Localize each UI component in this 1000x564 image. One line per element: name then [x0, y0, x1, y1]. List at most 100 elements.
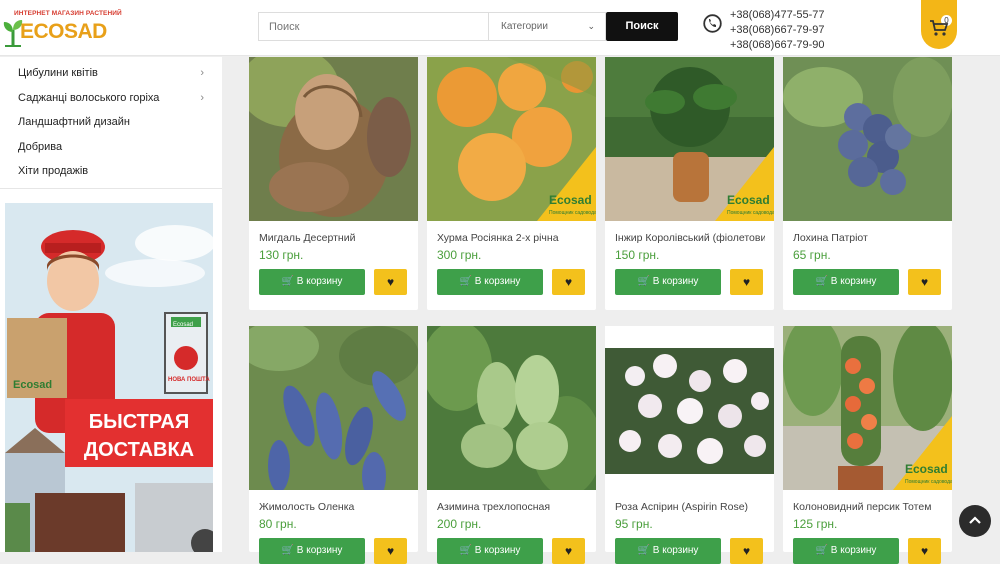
add-to-cart-button[interactable]: 🛒 В корзину — [437, 538, 543, 564]
category-label: Категории — [501, 21, 548, 32]
wishlist-button[interactable]: ♥ — [552, 269, 585, 295]
delivery-banner-art: БЫСТРАЯ ДОСТАВКА Ecosad Ecosad НОВА ПОШТ… — [5, 203, 213, 552]
menu-item-landscape[interactable]: Ландшафтний дизайн — [0, 110, 222, 135]
product-card[interactable]: Мигдаль Десертний 130 грн. 🛒 В корзину ♥ — [249, 57, 418, 310]
product-card[interactable]: Жимолость Оленка 80 грн. 🛒 В корзину ♥ — [249, 326, 418, 564]
menu-item-fertilizers[interactable]: Добрива — [0, 135, 222, 160]
add-to-cart-button[interactable]: 🛒 В корзину — [259, 538, 365, 564]
delivery-banner[interactable]: БЫСТРАЯ ДОСТАВКА Ecosad Ecosad НОВА ПОШТ… — [5, 203, 213, 552]
banner-brand: Ecosad — [13, 379, 52, 391]
add-to-cart-label: В корзину — [296, 545, 343, 556]
heart-icon: ♥ — [742, 275, 751, 289]
wishlist-button[interactable]: ♥ — [374, 538, 407, 564]
product-name[interactable]: Інжир Королівський (фіолетовий) — [615, 232, 765, 244]
menu-item-bestsellers[interactable]: Хіти продажів — [0, 159, 222, 184]
product-card[interactable]: Лохина Патріот 65 грн. 🛒 В корзину ♥ — [783, 57, 952, 310]
sidebar: Цибулини квітів › Саджанці волоського го… — [0, 57, 222, 552]
add-to-cart-button[interactable]: 🛒 В корзину — [793, 538, 899, 564]
product-photo — [427, 326, 596, 490]
product-price: 150 грн. — [615, 248, 660, 262]
product-card[interactable]: Ecosad Помощник садовода Колоновидний перс… — [783, 326, 952, 564]
wishlist-button[interactable]: ♥ — [374, 269, 407, 295]
phone-number-1[interactable]: +38(068)477-55-77 — [730, 8, 825, 23]
chevron-up-icon — [969, 516, 981, 524]
add-to-cart-label: В корзину — [652, 276, 699, 287]
logo-tagline: ИНТЕРНЕТ МАГАЗИН РАСТЕНИЙ — [14, 10, 122, 17]
product-image[interactable] — [783, 57, 952, 221]
product-name[interactable]: Колоновидний персик Тотем — [793, 501, 943, 513]
wishlist-button[interactable]: ♥ — [552, 538, 585, 564]
product-name[interactable]: Роза Аспірин (Aspirin Rose) — [615, 501, 765, 513]
phone-icon — [703, 14, 722, 33]
product-name[interactable]: Мигдаль Десертний — [259, 232, 409, 244]
product-image[interactable] — [249, 57, 418, 221]
search-button[interactable]: Поиск — [606, 12, 678, 41]
product-name[interactable]: Азимина трехлопосная — [437, 501, 587, 513]
phone-number-2[interactable]: +38(068)667-79-97 — [730, 23, 825, 38]
cart-button[interactable]: 0 — [921, 0, 957, 49]
heart-icon: ♥ — [386, 544, 395, 558]
logo[interactable]: ИНТЕРНЕТ МАГАЗИН РАСТЕНИЙ ECOSAD — [2, 8, 122, 48]
watermark-subtext: Помощник садовода — [549, 210, 596, 216]
add-to-cart-button[interactable]: 🛒 В корзину — [615, 538, 721, 564]
menu-item-label: Хіти продажів — [18, 165, 89, 177]
add-to-cart-button[interactable]: 🛒 В корзину — [259, 269, 365, 295]
product-image[interactable]: Ecosad Помощник садовода — [605, 57, 774, 221]
product-card[interactable]: Роза Аспірин (Aspirin Rose) 95 грн. 🛒 В ко… — [605, 326, 774, 564]
product-card[interactable]: Ecosad Помощник садовода Інжир Королівськи… — [605, 57, 774, 310]
product-name[interactable]: Лохина Патріот — [793, 232, 943, 244]
wishlist-button[interactable]: ♥ — [908, 269, 941, 295]
add-to-cart-label: В корзину — [652, 545, 699, 556]
heart-icon: ♥ — [386, 275, 395, 289]
product-price: 130 грн. — [259, 248, 304, 262]
product-photo: Ecosad Помощник садовода — [605, 57, 774, 221]
heart-icon: ♥ — [920, 544, 929, 558]
product-card[interactable]: Азимина трехлопосная 200 грн. 🛒 В корзину ♥ — [427, 326, 596, 564]
cart-icon: 🛒 — [281, 545, 295, 556]
chevron-right-icon: › — [200, 67, 204, 79]
site-header: ИНТЕРНЕТ МАГАЗИН РАСТЕНИЙ ECOSAD Категор… — [0, 0, 1000, 56]
product-name[interactable]: Хурма Росіянка 2-х річна — [437, 232, 587, 244]
cart-icon — [930, 20, 949, 36]
watermark-text: Ecosad — [905, 462, 948, 476]
product-image[interactable] — [427, 326, 596, 490]
product-card[interactable]: Ecosad Помощник садовода Хурма Росіянка 2-… — [427, 57, 596, 310]
menu-item-label: Цибулини квітів — [18, 67, 98, 79]
divider — [0, 188, 222, 189]
watermark-text: Ecosad — [549, 193, 592, 207]
product-photo: Ecosad Помощник садовода — [783, 326, 952, 490]
add-to-cart-label: В корзину — [296, 276, 343, 287]
product-image[interactable]: Ecosad Помощник садовода — [783, 326, 952, 490]
phone-number-3[interactable]: +38(068)667-79-90 — [730, 38, 825, 53]
heart-icon: ♥ — [564, 544, 573, 558]
product-photo — [783, 57, 952, 221]
menu-item-bulbs[interactable]: Цибулини квітів › — [0, 61, 222, 86]
add-to-cart-label: В корзину — [474, 276, 521, 287]
product-image[interactable]: Ecosad Помощник садовода — [427, 57, 596, 221]
add-to-cart-label: В корзину — [830, 545, 877, 556]
phone-list: +38(068)477-55-77 +38(068)667-79-97 +38(… — [730, 8, 825, 53]
wishlist-button[interactable]: ♥ — [730, 269, 763, 295]
cart-icon: 🛒 — [637, 276, 651, 287]
add-to-cart-button[interactable]: 🛒 В корзину — [437, 269, 543, 295]
wishlist-button[interactable]: ♥ — [908, 538, 941, 564]
scroll-to-top-button[interactable] — [959, 505, 991, 537]
product-image[interactable] — [605, 326, 774, 490]
product-price: 300 грн. — [437, 248, 482, 262]
watermark-text: Ecosad — [727, 193, 770, 207]
product-price: 95 грн. — [615, 517, 653, 531]
search-input[interactable] — [258, 12, 488, 41]
cart-icon: 🛒 — [637, 545, 651, 556]
product-image[interactable] — [249, 326, 418, 490]
wishlist-button[interactable]: ♥ — [730, 538, 763, 564]
menu-item-label: Добрива — [18, 140, 63, 153]
add-to-cart-button[interactable]: 🛒 В корзину — [615, 269, 721, 295]
banner-line-2: ДОСТАВКА — [84, 439, 194, 461]
category-menu: Цибулини квітів › Саджанці волоського го… — [0, 61, 222, 184]
product-price: 65 грн. — [793, 248, 831, 262]
category-select[interactable]: Категории ⌄ — [488, 12, 606, 41]
menu-item-walnut[interactable]: Саджанці волоського горіха › — [0, 86, 222, 111]
product-name[interactable]: Жимолость Оленка — [259, 501, 409, 513]
banner-line-1: БЫСТРАЯ — [89, 411, 190, 433]
add-to-cart-button[interactable]: 🛒 В корзину — [793, 269, 899, 295]
